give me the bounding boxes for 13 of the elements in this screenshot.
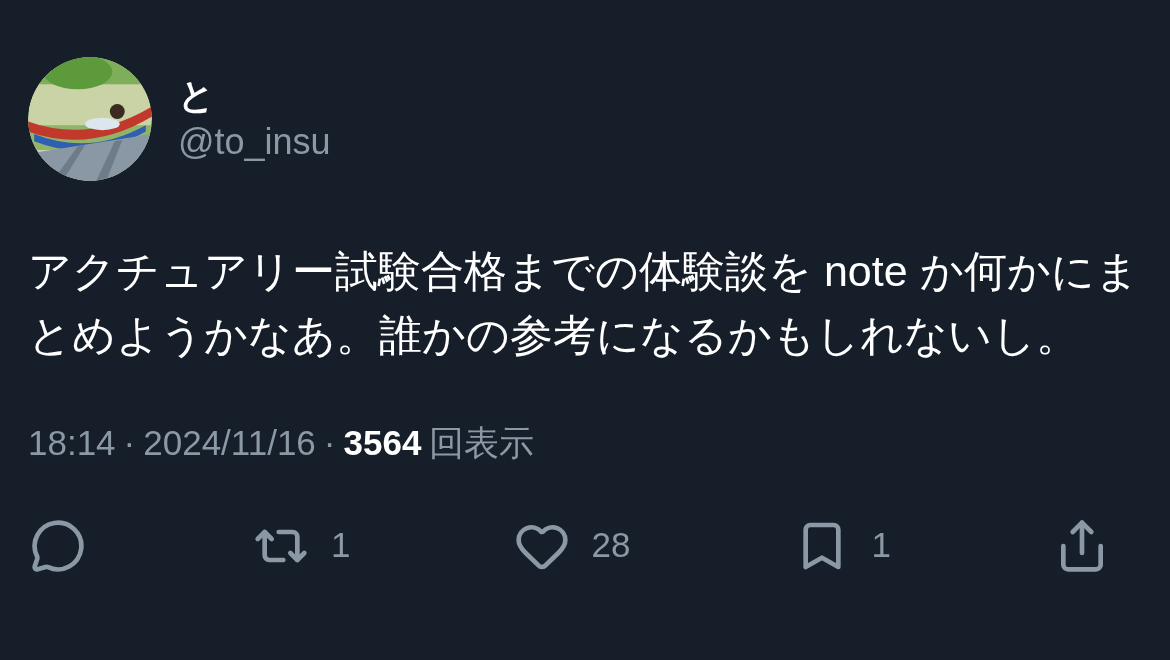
action-count: 1 <box>871 524 891 567</box>
post-meta-text: 18:14 <box>28 422 116 464</box>
post-meta-text: 回表示 <box>429 422 535 464</box>
post-meta-text: · <box>323 422 336 464</box>
action-count: 1 <box>331 524 351 567</box>
post-meta-text: · <box>123 422 136 464</box>
post-meta-text: 2024/11/16 <box>143 422 316 464</box>
view-count: 3564 <box>343 422 422 464</box>
reply-icon[interactable] <box>30 517 86 574</box>
author-name: と <box>178 74 216 118</box>
action-count: 28 <box>591 524 631 567</box>
author-handle: @to_insu <box>178 120 331 164</box>
post-text: アクチュアリー試験合格までの体験談を note か何かにまとめようかなあ。誰かの参考になるかもしれないし。 <box>28 246 1140 361</box>
